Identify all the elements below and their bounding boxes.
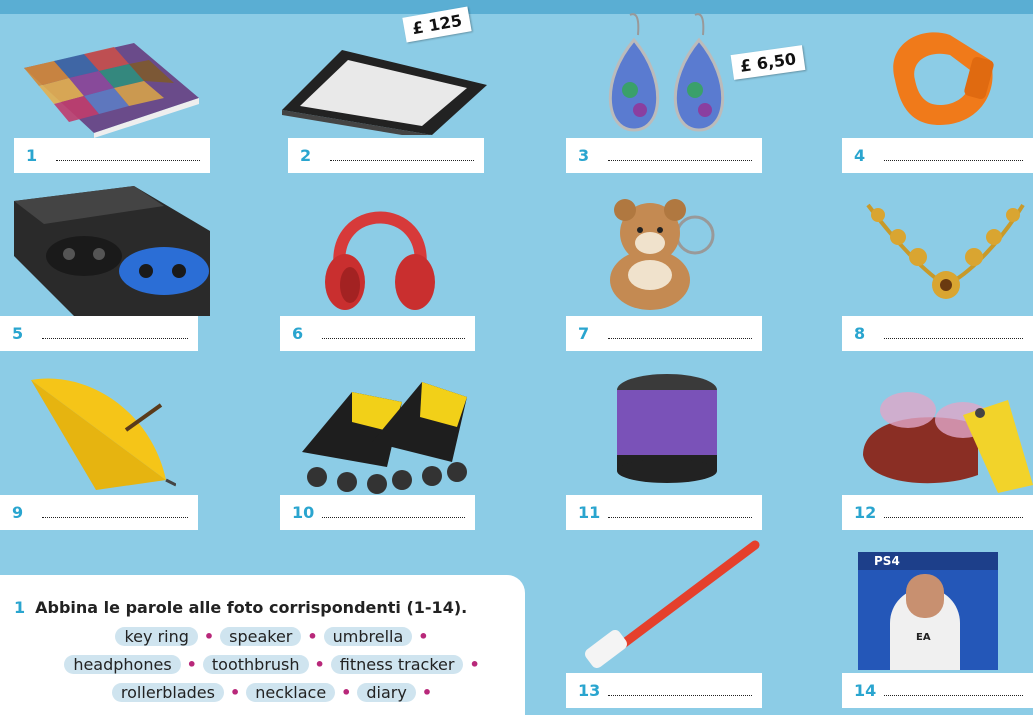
- word-option[interactable]: toothbrush: [202, 655, 309, 674]
- answer-box-14[interactable]: 14: [842, 673, 1033, 708]
- game-console-image: [14, 186, 210, 316]
- item-number: 8: [854, 324, 866, 343]
- answer-line[interactable]: [608, 338, 752, 339]
- separator-dot: •: [229, 683, 241, 702]
- fitness-tracker-image: [893, 32, 994, 125]
- rollerblades-image: [302, 382, 467, 494]
- item-number: 2: [300, 146, 312, 165]
- item-number: 11: [578, 503, 601, 522]
- necklace-image: [866, 203, 1025, 299]
- answer-box-13[interactable]: 13: [566, 673, 762, 708]
- speaker-image: [617, 374, 717, 483]
- answer-line[interactable]: [608, 517, 752, 518]
- answer-box-8[interactable]: 8: [842, 316, 1033, 351]
- item-number: 12: [854, 503, 877, 522]
- separator-dot: •: [307, 627, 318, 646]
- answer-line[interactable]: [884, 517, 1023, 518]
- answer-line[interactable]: [884, 338, 1023, 339]
- separator-dot: •: [341, 683, 352, 702]
- word-option[interactable]: rollerblades: [111, 683, 224, 702]
- answer-line[interactable]: [884, 160, 1023, 161]
- answer-box-11[interactable]: 11: [566, 495, 762, 530]
- toothbrush-image: [585, 540, 760, 669]
- answer-box-10[interactable]: 10: [280, 495, 475, 530]
- item-number: 6: [292, 324, 304, 343]
- answer-line[interactable]: [42, 338, 188, 339]
- answer-line[interactable]: [330, 160, 474, 161]
- umbrella-image: [31, 378, 176, 490]
- word-option[interactable]: diary: [357, 683, 416, 702]
- game-cover-brand: PS4: [858, 552, 998, 570]
- word-bank: key ring • speaker • umbrella • headphones • too…: [40, 623, 510, 707]
- exercise-number: 1: [14, 598, 26, 617]
- answer-box-5[interactable]: 5: [0, 316, 198, 351]
- item-number: 1: [26, 146, 38, 165]
- answer-box-4[interactable]: 4: [842, 138, 1033, 173]
- game-cover-badge: EA: [916, 632, 931, 643]
- answer-line[interactable]: [322, 517, 465, 518]
- word-option[interactable]: necklace: [246, 683, 336, 702]
- headphones-image: [325, 211, 435, 310]
- instruction-title: 1 Abbina le parole alle foto corrisponden…: [14, 598, 467, 617]
- answer-box-3[interactable]: 3: [566, 138, 762, 173]
- answer-line[interactable]: [608, 695, 752, 696]
- key-ring-image: [610, 199, 715, 310]
- top-banner: [0, 0, 1033, 14]
- word-option[interactable]: speaker: [220, 627, 302, 646]
- separator-dot: •: [469, 655, 480, 674]
- item-number: 10: [292, 503, 315, 522]
- answer-box-1[interactable]: 1: [14, 138, 210, 173]
- answer-box-12[interactable]: 12: [842, 495, 1033, 530]
- answer-box-7[interactable]: 7: [566, 316, 762, 351]
- price-tag-earrings: £ 6,50: [730, 45, 806, 80]
- item-number: 3: [578, 146, 590, 165]
- item-number: 14: [854, 681, 877, 700]
- item-number: 7: [578, 324, 590, 343]
- separator-dot: •: [421, 683, 433, 702]
- answer-line[interactable]: [884, 695, 1023, 696]
- diary-image: [24, 43, 199, 138]
- separator-dot: •: [418, 627, 429, 646]
- ereader-image: [282, 50, 487, 135]
- answer-box-2[interactable]: 2: [288, 138, 484, 173]
- earrings-image: [608, 13, 725, 132]
- separator-dot: •: [186, 655, 197, 674]
- separator-dot: •: [203, 627, 215, 646]
- word-option[interactable]: headphones: [64, 655, 181, 674]
- answer-line[interactable]: [56, 160, 200, 161]
- instruction-box: 1 Abbina le parole alle foto corrisponden…: [0, 575, 525, 715]
- answer-line[interactable]: [608, 160, 752, 161]
- sunglasses-image: [863, 392, 1033, 493]
- answer-box-6[interactable]: 6: [280, 316, 475, 351]
- item-number: 13: [578, 681, 601, 700]
- word-option[interactable]: fitness tracker: [330, 655, 464, 674]
- word-option[interactable]: umbrella: [323, 627, 413, 646]
- item-number: 4: [854, 146, 866, 165]
- answer-line[interactable]: [42, 517, 188, 518]
- answer-box-9[interactable]: 9: [0, 495, 198, 530]
- separator-dot: •: [314, 655, 325, 674]
- exercise-title: Abbina le parole alle foto corrispondent…: [35, 598, 468, 617]
- word-option[interactable]: key ring: [115, 627, 198, 646]
- answer-line[interactable]: [322, 338, 465, 339]
- video-game-image: PS4 EA: [858, 552, 998, 670]
- item-number: 5: [12, 324, 24, 343]
- item-number: 9: [12, 503, 24, 522]
